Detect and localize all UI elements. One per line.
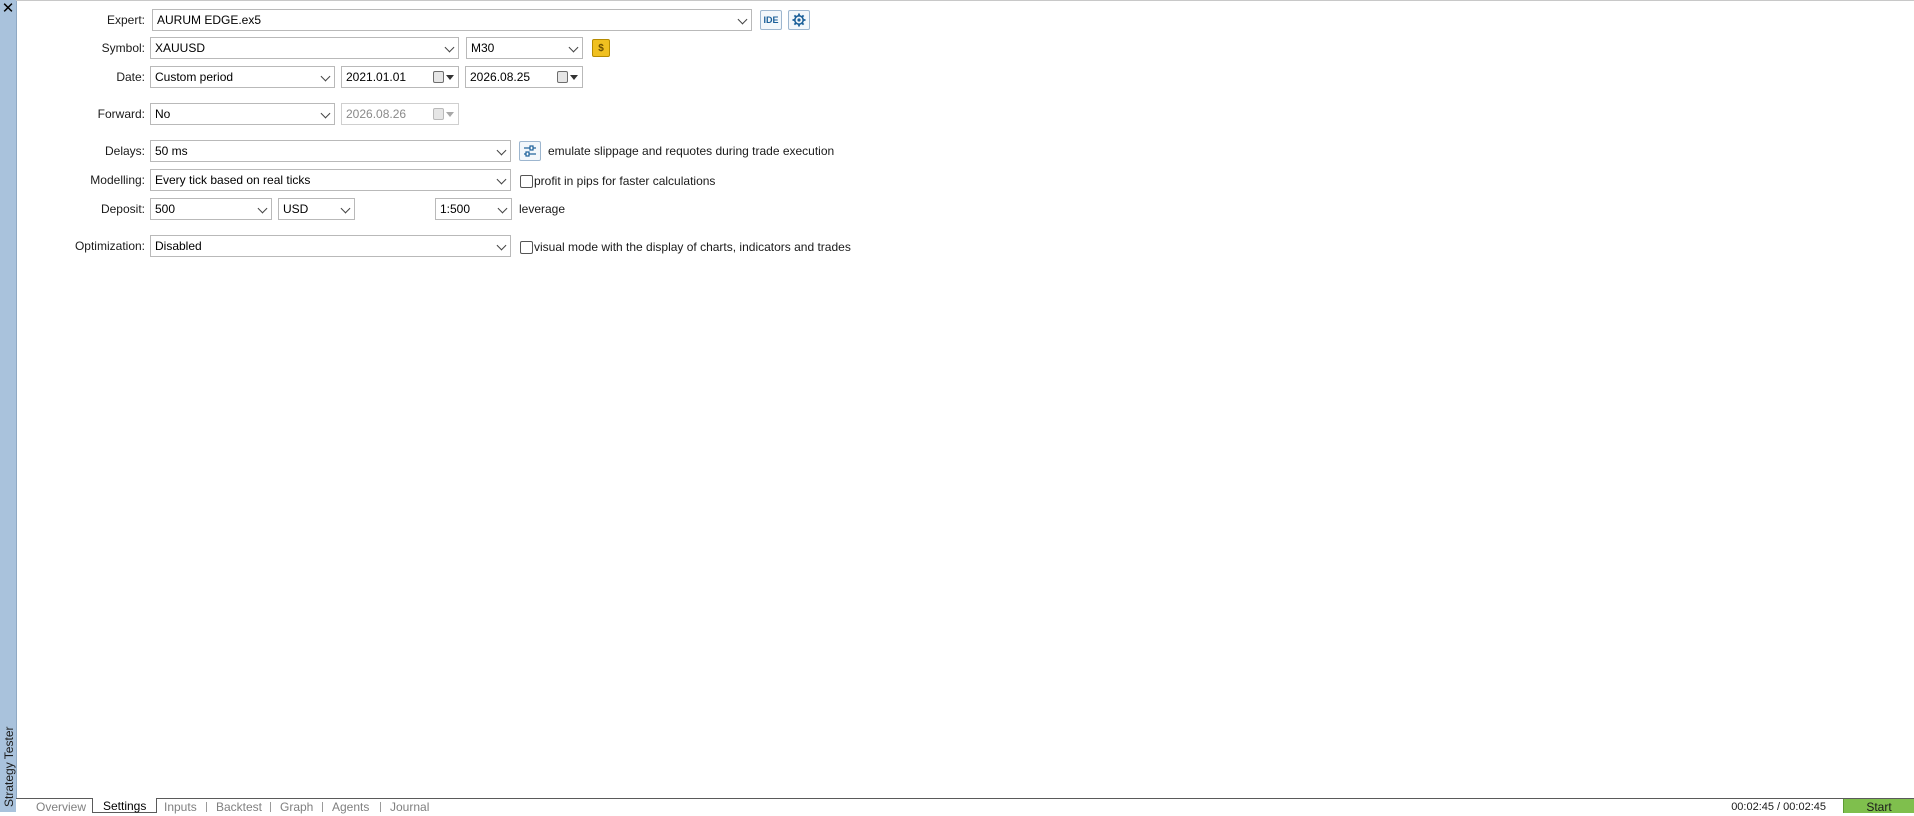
date-label: Date:	[116, 70, 145, 84]
symbol-label: Symbol:	[101, 41, 145, 55]
panel-title: Strategy Tester	[2, 726, 16, 807]
expert-value: AURUM EDGE.ex5	[157, 13, 262, 27]
optimization-label: Optimization:	[74, 239, 145, 253]
delays-value: 50 ms	[155, 144, 188, 158]
visual-mode-label: visual mode with the display of charts, …	[534, 240, 851, 254]
calendar-icon	[433, 108, 444, 120]
dropdown-arrow-icon[interactable]	[570, 75, 578, 80]
delays-note: emulate slippage and requotes during tra…	[548, 144, 835, 158]
forward-value: No	[155, 107, 171, 121]
chevron-down-icon	[496, 145, 507, 156]
ide-button[interactable]: IDE	[760, 10, 782, 30]
leverage-label: leverage	[519, 202, 566, 216]
timeframe-select[interactable]: M30	[466, 37, 583, 59]
modelling-label: Modelling:	[90, 173, 145, 187]
coin-icon: $	[598, 42, 604, 54]
dropdown-arrow-icon	[446, 112, 454, 117]
sliders-icon	[524, 145, 536, 157]
tab-backtest[interactable]: Backtest	[206, 799, 272, 814]
forward-date-value: 2026.08.26	[346, 107, 407, 121]
forward-label: Forward:	[97, 107, 145, 121]
calendar-icon[interactable]	[433, 71, 444, 83]
optimization-select[interactable]: Disabled	[150, 235, 511, 257]
expert-label: Expert:	[106, 13, 145, 27]
deposit-label: Deposit:	[100, 202, 145, 216]
top-divider	[16, 0, 1914, 1]
chevron-down-icon	[320, 71, 331, 82]
chevron-down-icon	[737, 14, 748, 25]
date-to-value: 2026.08.25	[470, 70, 531, 84]
timeframe-value: M30	[471, 41, 495, 55]
tab-settings[interactable]: Settings	[92, 798, 158, 813]
delays-label: Delays:	[104, 144, 145, 158]
tab-journal[interactable]: Journal	[380, 799, 439, 814]
optimization-value: Disabled	[155, 239, 202, 253]
leverage-value: 1:500	[440, 202, 471, 216]
start-button[interactable]: Start	[1843, 799, 1914, 814]
expert-select[interactable]: AURUM EDGE.ex5	[152, 9, 752, 31]
date-from-picker[interactable]: 2021.01.01	[341, 66, 459, 88]
chevron-down-icon	[568, 42, 579, 53]
chevron-down-icon	[496, 240, 507, 251]
leverage-select[interactable]: 1:500	[435, 198, 512, 220]
chevron-down-icon	[497, 203, 508, 214]
chevron-down-icon	[340, 203, 351, 214]
visual-mode-checkbox[interactable]	[520, 241, 533, 254]
tester-tab-bar: Overview Settings Inputs Backtest Graph …	[16, 798, 1914, 814]
symbol-value: XAUUSD	[155, 41, 206, 55]
date-period-select[interactable]: Custom period	[150, 66, 335, 88]
delays-settings-button[interactable]	[519, 141, 541, 161]
profit-in-pips-checkbox[interactable]	[520, 175, 533, 188]
deposit-amount-select[interactable]: 500	[150, 198, 272, 220]
deposit-currency-value: USD	[283, 202, 309, 216]
date-from-value: 2021.01.01	[346, 70, 407, 84]
symbol-properties-button[interactable]: $	[592, 39, 610, 57]
calendar-icon[interactable]	[557, 71, 568, 83]
chevron-down-icon	[444, 42, 455, 53]
deposit-currency-select[interactable]: USD	[278, 198, 355, 220]
gear-icon	[792, 13, 806, 27]
modelling-select[interactable]: Every tick based on real ticks	[150, 169, 511, 191]
forward-select[interactable]: No	[150, 103, 335, 125]
tab-graph[interactable]: Graph	[270, 799, 323, 814]
symbol-select[interactable]: XAUUSD	[150, 37, 459, 59]
modelling-value: Every tick based on real ticks	[155, 173, 311, 187]
chevron-down-icon	[320, 108, 331, 119]
date-period-value: Custom period	[155, 70, 234, 84]
tab-agents[interactable]: Agents	[322, 799, 379, 814]
deposit-amount-value: 500	[155, 202, 176, 216]
tab-overview[interactable]: Overview	[26, 799, 96, 814]
forward-date-picker: 2026.08.26	[341, 103, 459, 125]
dropdown-arrow-icon[interactable]	[446, 75, 454, 80]
delays-select[interactable]: 50 ms	[150, 140, 511, 162]
profit-in-pips-label: profit in pips for faster calculations	[534, 174, 716, 188]
ide-icon: IDE	[763, 15, 779, 25]
chevron-down-icon	[257, 203, 268, 214]
tab-inputs[interactable]: Inputs	[154, 799, 207, 814]
expert-settings-button[interactable]	[788, 10, 810, 30]
elapsed-timer: 00:02:45 / 00:02:45	[1731, 801, 1826, 813]
chevron-down-icon	[496, 174, 507, 185]
date-to-picker[interactable]: 2026.08.25	[465, 66, 583, 88]
